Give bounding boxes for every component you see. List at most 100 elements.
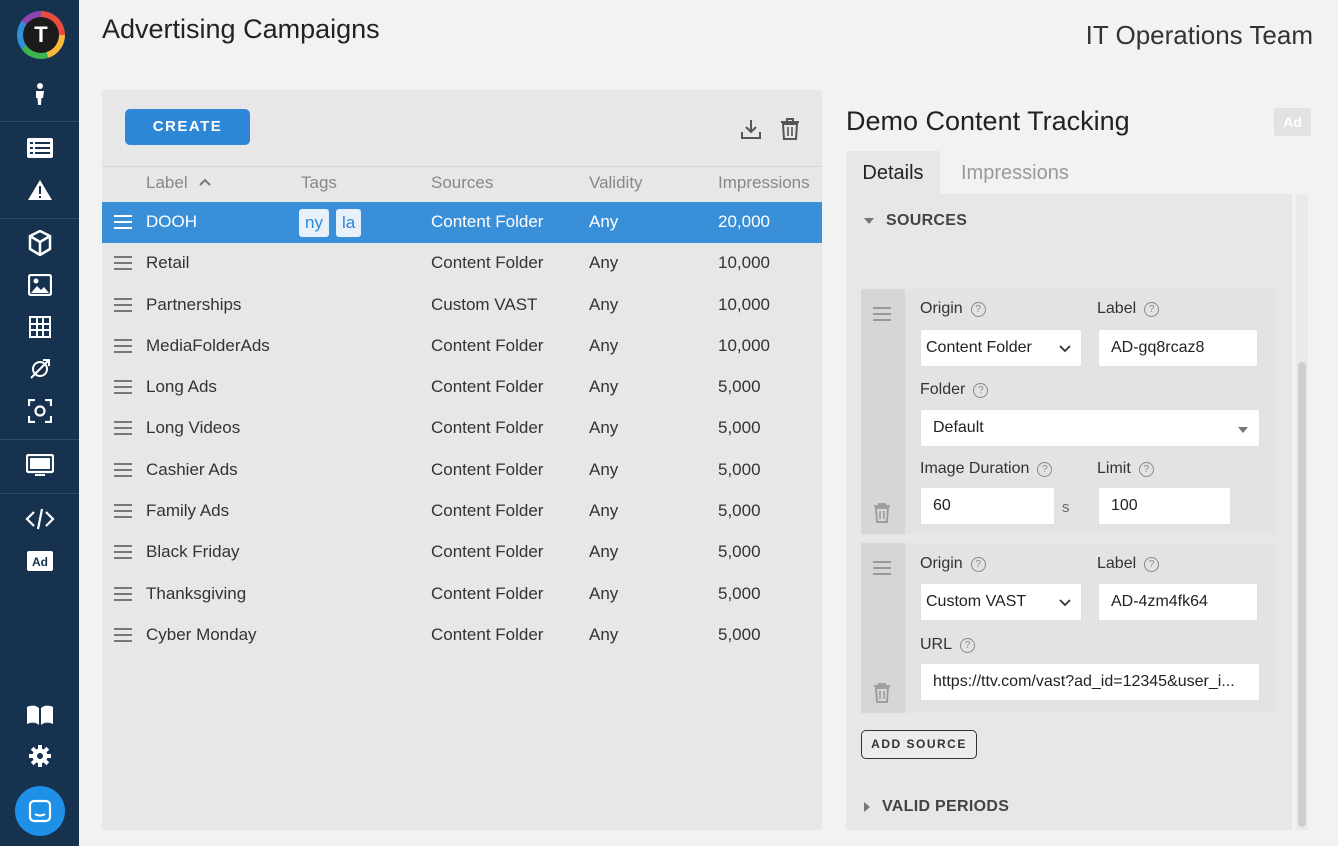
origin-select-value: Custom VAST xyxy=(926,593,1027,610)
cube-icon[interactable] xyxy=(22,228,58,258)
help-icon[interactable]: ? xyxy=(970,557,986,572)
row-validity: Any xyxy=(589,542,619,562)
row-label: DOOH xyxy=(146,212,197,231)
add-source-button[interactable]: ADD SOURCE xyxy=(861,730,977,759)
row-validity: Any xyxy=(589,377,619,397)
image-icon[interactable] xyxy=(22,270,58,300)
app-logo[interactable]: T xyxy=(17,11,65,59)
origin-label-text: Origin xyxy=(920,300,963,317)
list-icon[interactable] xyxy=(22,133,58,163)
code-icon[interactable] xyxy=(22,504,58,534)
row-impressions: 5,000 xyxy=(718,624,761,644)
trash-icon[interactable] xyxy=(780,118,802,142)
table-row[interactable]: Black Friday Content Folder Any 5,000 xyxy=(102,532,822,573)
label-input[interactable]: AD-gq8rcaz8 xyxy=(1098,329,1258,367)
table-header: Label Tags Sources Validity Impressions xyxy=(102,166,822,202)
delete-source-icon[interactable] xyxy=(873,503,891,523)
folder-select[interactable]: Default xyxy=(920,409,1260,447)
table-row[interactable]: MediaFolderAds Content Folder Any 10,000 xyxy=(102,326,822,367)
tag-chip[interactable]: la xyxy=(336,209,362,237)
folder-select-value: Default xyxy=(933,419,984,436)
table-row[interactable]: Cyber Monday Content Folder Any 5,000 xyxy=(102,615,822,656)
table-row[interactable]: Retail Content Folder Any 10,000 xyxy=(102,243,822,284)
drag-handle-icon[interactable] xyxy=(114,462,132,477)
limit-input[interactable]: 100 xyxy=(1098,487,1231,525)
help-icon[interactable]: ? xyxy=(970,302,986,317)
caret-down-icon xyxy=(1238,427,1248,433)
row-impressions: 5,000 xyxy=(718,377,761,397)
download-icon[interactable] xyxy=(740,118,762,142)
book-icon[interactable] xyxy=(22,700,58,730)
table-row[interactable]: Long Videos Content Folder Any 5,000 xyxy=(102,408,822,449)
drag-handle-icon[interactable] xyxy=(114,215,132,229)
team-name[interactable]: IT Operations Team xyxy=(1086,20,1313,51)
drag-handle-icon[interactable] xyxy=(114,380,132,395)
tag-chip[interactable]: ny xyxy=(299,209,329,237)
grid-icon[interactable] xyxy=(22,312,58,342)
delete-source-icon[interactable] xyxy=(873,683,891,703)
origin-select[interactable]: Content Folder xyxy=(920,329,1082,367)
help-icon[interactable]: ? xyxy=(973,383,989,398)
column-header-impressions[interactable]: Impressions xyxy=(718,173,810,193)
help-icon[interactable]: ? xyxy=(960,638,976,653)
table-row[interactable]: Partnerships Custom VAST Any 10,000 xyxy=(102,285,822,326)
column-header-sources[interactable]: Sources xyxy=(431,173,493,193)
satellite-icon[interactable] xyxy=(22,354,58,384)
image-duration-label-text: Image Duration xyxy=(920,460,1030,477)
drag-handle-icon[interactable] xyxy=(114,545,132,560)
drag-handle-icon[interactable] xyxy=(873,561,891,575)
chat-icon[interactable] xyxy=(15,786,65,836)
label-input[interactable]: AD-4zm4fk64 xyxy=(1098,583,1258,621)
help-icon[interactable]: ? xyxy=(1037,462,1053,477)
url-input[interactable]: https://ttv.com/vast?ad_id=12345&user_i.… xyxy=(920,663,1260,701)
drag-handle-icon[interactable] xyxy=(114,297,132,312)
scan-icon[interactable] xyxy=(22,396,58,426)
table-row[interactable]: Thanksgiving Content Folder Any 5,000 xyxy=(102,574,822,615)
table-row[interactable]: Cashier Ads Content Folder Any 5,000 xyxy=(102,450,822,491)
ad-icon-text: Ad xyxy=(32,555,48,569)
row-source: Content Folder xyxy=(431,624,544,644)
ad-icon[interactable]: Ad xyxy=(22,546,58,576)
drag-handle-icon[interactable] xyxy=(114,421,132,436)
row-source: Content Folder xyxy=(431,583,544,603)
valid-periods-section-toggle[interactable]: VALID PERIODS xyxy=(864,798,1009,816)
table-row[interactable]: DOOH ny la Content Folder Any 20,000 xyxy=(102,202,822,244)
drag-handle-icon[interactable] xyxy=(114,627,132,642)
help-icon[interactable]: ? xyxy=(1144,557,1160,572)
row-source: Content Folder xyxy=(431,335,544,355)
origin-label: Origin? xyxy=(920,555,986,573)
tab-impressions[interactable]: Impressions xyxy=(961,151,1069,195)
tab-details[interactable]: Details xyxy=(846,151,940,195)
drag-handle-icon[interactable] xyxy=(114,586,132,601)
row-source: Content Folder xyxy=(431,418,544,438)
table-row[interactable]: Long Ads Content Folder Any 5,000 xyxy=(102,367,822,408)
help-icon[interactable]: ? xyxy=(1144,302,1160,317)
alert-icon[interactable] xyxy=(22,175,58,205)
column-header-label[interactable]: Label xyxy=(146,173,212,193)
origin-select[interactable]: Custom VAST xyxy=(920,583,1082,621)
create-button[interactable]: CREATE xyxy=(125,109,250,145)
label-label: Label? xyxy=(1097,300,1160,318)
row-validity: Any xyxy=(589,253,619,273)
table-row[interactable]: Family Ads Content Folder Any 5,000 xyxy=(102,491,822,532)
detail-scrollbar[interactable] xyxy=(1296,194,1308,830)
limit-label-text: Limit xyxy=(1097,460,1131,477)
drag-handle-icon[interactable] xyxy=(114,504,132,519)
sources-section-toggle[interactable]: SOURCES xyxy=(864,212,967,230)
drag-handle-icon[interactable] xyxy=(873,307,891,321)
help-icon[interactable]: ? xyxy=(1138,462,1154,477)
monitor-icon[interactable] xyxy=(22,451,58,481)
source-card-custom-vast: Origin? Label? Custom VAST AD-4zm4fk64 U… xyxy=(861,543,1275,713)
column-header-validity[interactable]: Validity xyxy=(589,173,643,193)
row-source: Content Folder xyxy=(431,542,544,562)
row-impressions: 5,000 xyxy=(718,459,761,479)
column-header-tags[interactable]: Tags xyxy=(301,173,337,193)
gear-icon[interactable] xyxy=(22,741,58,771)
person-icon[interactable] xyxy=(22,79,58,109)
origin-label-text: Origin xyxy=(920,555,963,572)
drag-handle-icon[interactable] xyxy=(114,338,132,353)
image-duration-input[interactable]: 60 xyxy=(920,487,1055,525)
drag-handle-icon[interactable] xyxy=(114,256,132,271)
label-label: Label? xyxy=(1097,555,1160,573)
scrollbar-thumb[interactable] xyxy=(1298,362,1306,827)
